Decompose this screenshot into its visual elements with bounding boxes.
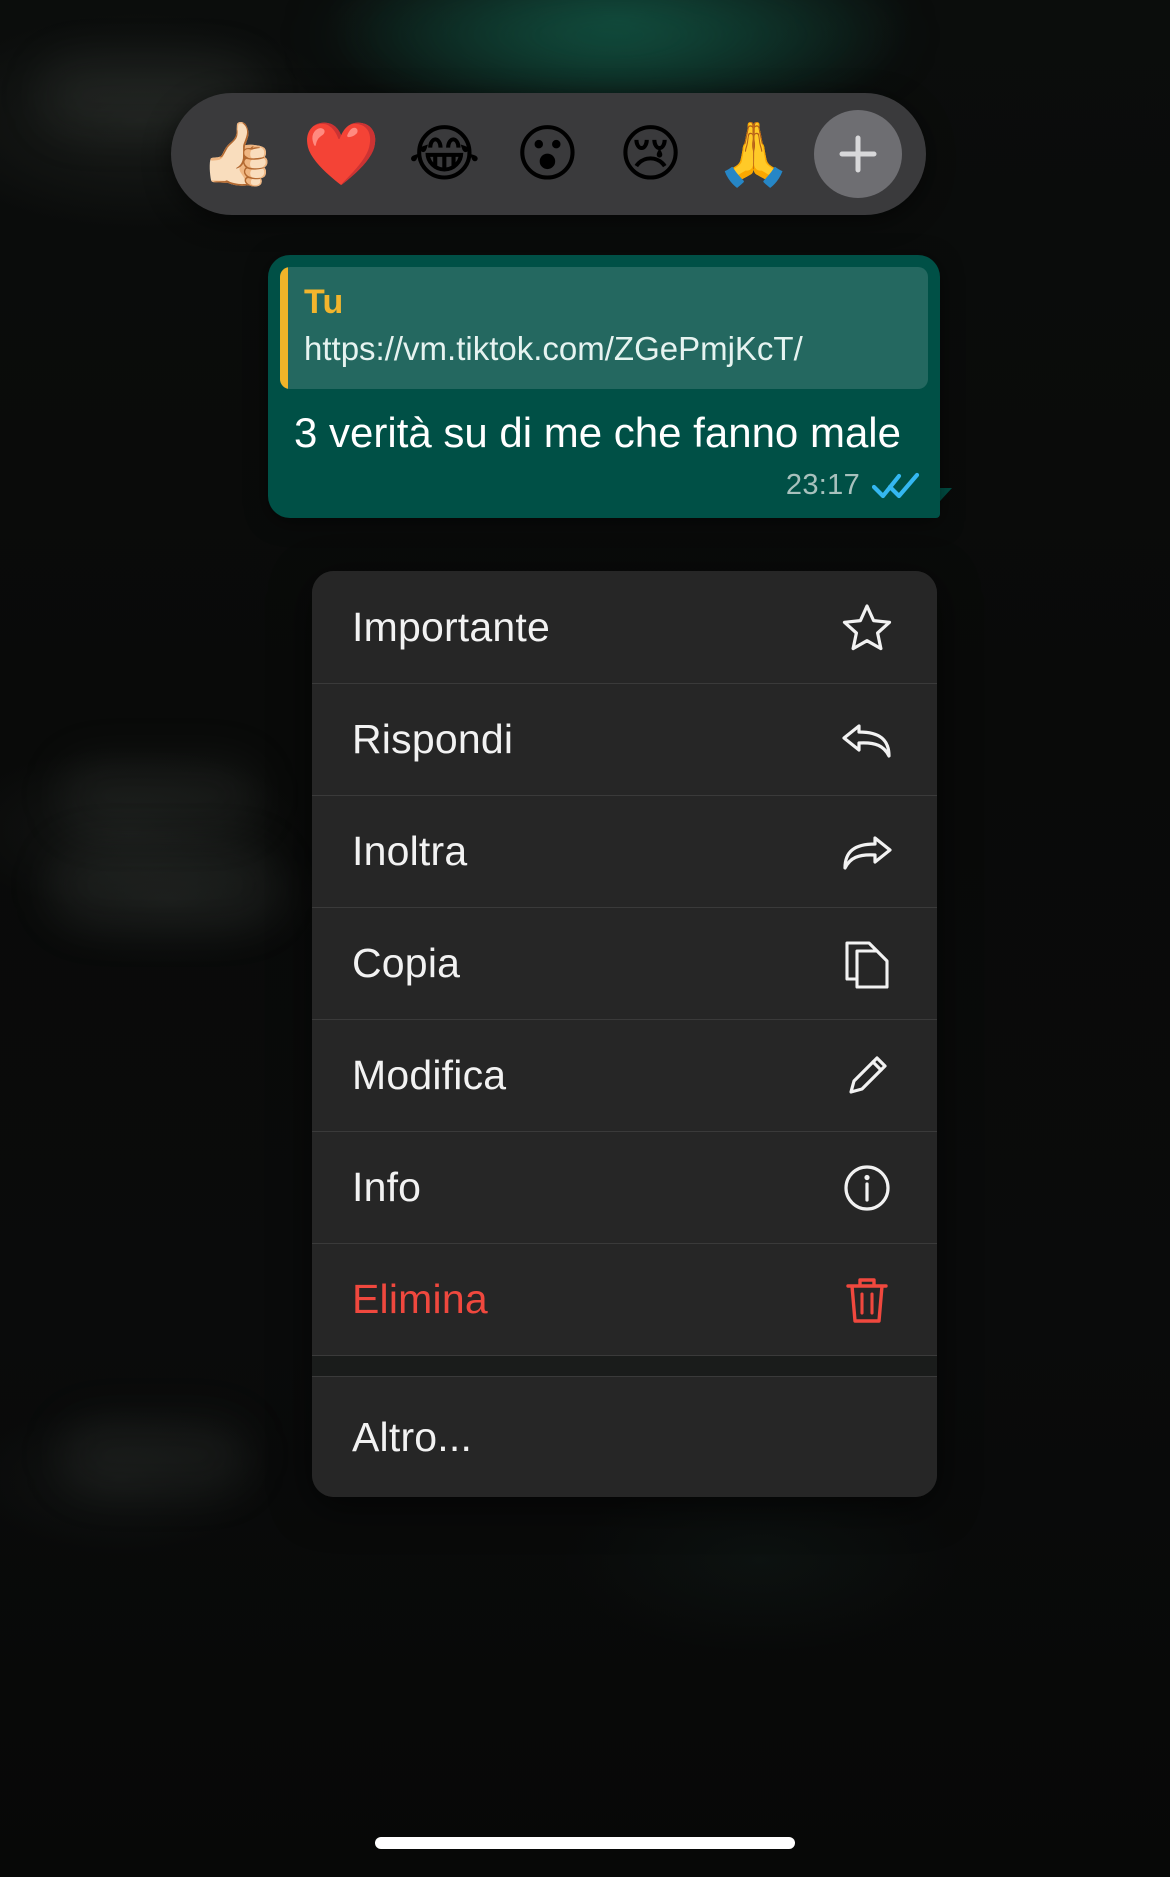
star-icon bbox=[839, 601, 895, 653]
outgoing-message-bubble[interactable]: Tu https://vm.tiktok.com/ZGePmjKcT/ 3 ve… bbox=[268, 255, 940, 519]
quote-text: https://vm.tiktok.com/ZGePmjKcT/ bbox=[304, 330, 803, 368]
folded-hands-reaction[interactable]: 🙏 bbox=[711, 123, 797, 185]
backdrop-blur-shape bbox=[60, 1420, 250, 1490]
quote-author: Tu bbox=[304, 283, 344, 321]
home-indicator[interactable] bbox=[375, 1837, 795, 1849]
context-menu-item-label: Info bbox=[352, 1164, 422, 1210]
context-menu-item-info[interactable]: Info bbox=[312, 1131, 937, 1243]
context-menu-item-label: Modifica bbox=[352, 1052, 507, 1098]
message-text: 3 verità su di me che fanno male bbox=[294, 408, 901, 456]
reaction-bar: 👍🏻 ❤️ 😂 😮 😢 🙏 bbox=[171, 93, 926, 215]
whatsapp-message-context-menu-screen: 👍🏻 ❤️ 😂 😮 😢 🙏 Tu https://vm.tiktok.com/Z… bbox=[0, 0, 1170, 1877]
context-menu-item-elimina[interactable]: Elimina bbox=[312, 1243, 937, 1355]
context-menu-separator bbox=[312, 1355, 937, 1377]
message-timestamp: 23:17 bbox=[785, 469, 860, 502]
quote-accent-bar bbox=[280, 267, 288, 389]
quoted-message[interactable]: Tu https://vm.tiktok.com/ZGePmjKcT/ bbox=[280, 267, 928, 389]
context-menu-item-label: Copia bbox=[352, 940, 461, 986]
message-meta: 23:17 bbox=[280, 459, 928, 518]
context-menu-item-copia[interactable]: Copia bbox=[312, 907, 937, 1019]
red-heart-reaction[interactable]: ❤️ bbox=[298, 123, 384, 185]
copy-icon bbox=[839, 937, 895, 991]
backdrop-blur-shape bbox=[60, 760, 260, 830]
tears-of-joy-reaction[interactable]: 😂 bbox=[401, 123, 487, 185]
open-mouth-reaction[interactable]: 😮 bbox=[504, 123, 590, 185]
context-menu-item-modifica[interactable]: Modifica bbox=[312, 1019, 937, 1131]
thumbs-up-reaction[interactable]: 👍🏻 bbox=[195, 123, 281, 185]
reply-arrow-icon bbox=[839, 716, 895, 764]
add-reaction-button[interactable] bbox=[813, 110, 902, 198]
read-double-check-icon bbox=[872, 472, 920, 499]
context-menu-item-importante[interactable]: Importante bbox=[312, 571, 937, 683]
plus-icon bbox=[839, 135, 877, 173]
context-menu-item-label: Altro... bbox=[352, 1413, 473, 1460]
context-menu-item-label: Rispondi bbox=[352, 716, 514, 762]
context-menu-item-label: Inoltra bbox=[352, 828, 468, 874]
context-menu-item-label: Importante bbox=[352, 603, 550, 650]
backdrop-blur-shape bbox=[50, 845, 280, 925]
context-menu-item-inoltra[interactable]: Inoltra bbox=[312, 795, 937, 907]
context-menu-item-label: Elimina bbox=[352, 1276, 488, 1322]
context-menu: Importante Rispondi Inoltra Copia Modifi… bbox=[312, 571, 937, 1497]
pencil-icon bbox=[839, 1050, 895, 1102]
context-menu-item-rispondi[interactable]: Rispondi bbox=[312, 683, 937, 795]
trash-icon bbox=[839, 1273, 895, 1327]
context-menu-item-altro[interactable]: Altro... bbox=[312, 1377, 937, 1497]
forward-arrow-icon bbox=[839, 828, 895, 876]
info-circle-icon bbox=[839, 1162, 895, 1214]
crying-face-reaction[interactable]: 😢 bbox=[608, 123, 694, 185]
